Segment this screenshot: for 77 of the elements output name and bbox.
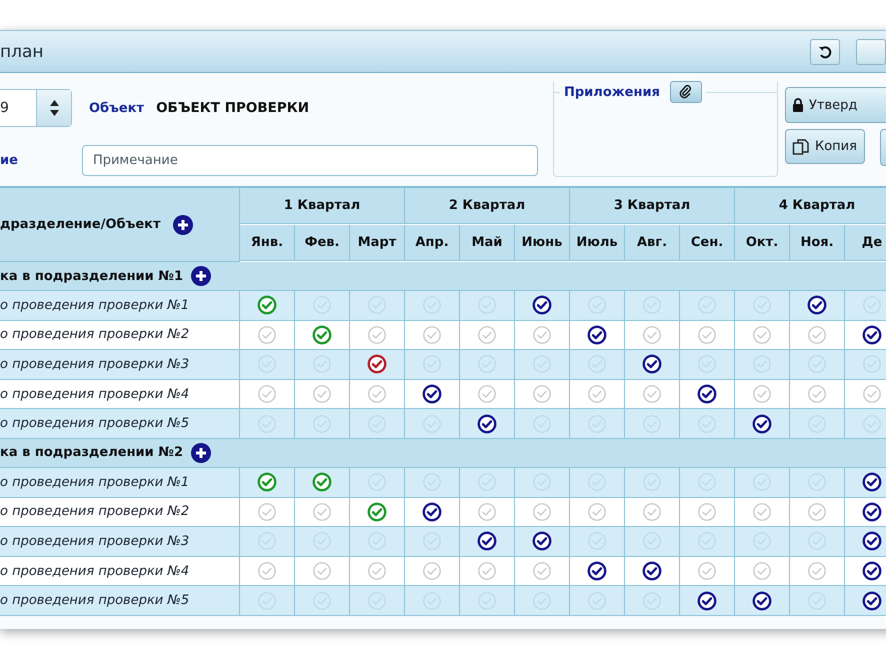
row-name: о проведения проверки №2 — [0, 498, 240, 528]
check-circle-icon[interactable] — [752, 414, 772, 434]
check-circle-icon[interactable] — [312, 324, 332, 345]
undo-icon — [818, 44, 832, 58]
check-circle-icon[interactable] — [642, 561, 662, 582]
note-label: ие — [0, 153, 18, 168]
object-label: Объект — [89, 100, 144, 116]
note-field[interactable]: Примечание — [82, 145, 538, 176]
check-circle-icon[interactable] — [642, 354, 662, 374]
check-circle-icon[interactable] — [367, 502, 387, 522]
quarter-header: 4 Квартал — [735, 188, 886, 224]
check-circle-icon[interactable] — [257, 295, 277, 316]
row-name: о проведения проверки №4 — [0, 556, 240, 586]
spin-up-icon[interactable] — [50, 100, 58, 106]
month-header: Апр. — [405, 225, 460, 261]
check-circle-icon[interactable] — [862, 561, 882, 582]
check-circle-icon[interactable] — [477, 531, 497, 552]
approve-button[interactable]: Утверд — [785, 87, 886, 123]
check-circle-icon[interactable] — [587, 324, 607, 345]
add-icon[interactable] — [190, 442, 211, 463]
paperclip-icon — [678, 85, 693, 99]
check-circle-icon[interactable] — [862, 502, 882, 522]
row-name: о проведения проверки №5 — [0, 586, 240, 616]
spin-down-icon[interactable] — [50, 110, 58, 116]
attachments-label: Приложения — [564, 84, 660, 100]
check-circle-icon[interactable] — [862, 531, 882, 552]
attach-button[interactable] — [670, 81, 702, 103]
row-name: о проведения проверки №2 — [0, 320, 240, 350]
check-circle-icon[interactable] — [257, 472, 277, 492]
quarter-header: 2 Квартал — [405, 188, 570, 224]
column-header: дразделение/Объект — [0, 217, 161, 232]
check-circle-icon[interactable] — [367, 354, 387, 374]
month-header: Де — [845, 225, 886, 261]
check-circle-icon[interactable] — [532, 295, 552, 316]
check-circle-icon[interactable] — [862, 590, 882, 611]
lock-icon — [792, 98, 804, 112]
group-title: ка в подразделении №2 — [0, 445, 183, 460]
reset-button[interactable] — [810, 38, 840, 64]
year-spinner[interactable]: 9 — [0, 89, 72, 127]
group-title: ка в подразделении №1 — [0, 268, 183, 284]
row-name: о проведения проверки №1 — [0, 291, 240, 321]
check-circle-icon[interactable] — [807, 295, 827, 316]
row-name: о проведения проверки №4 — [0, 380, 240, 410]
month-header: Окт. — [735, 225, 790, 261]
month-header: Июнь — [515, 225, 570, 261]
month-header: Март — [350, 225, 405, 261]
close-button[interactable] — [856, 38, 886, 64]
check-circle-icon[interactable] — [697, 384, 717, 404]
check-circle-icon[interactable] — [752, 590, 772, 611]
check-circle-icon[interactable] — [862, 472, 882, 492]
check-circle-icon[interactable] — [477, 414, 497, 434]
check-circle-icon[interactable] — [862, 324, 882, 345]
copy-button[interactable]: Копия — [785, 129, 865, 164]
add-icon[interactable] — [190, 266, 211, 286]
month-header: Янв. — [240, 225, 295, 261]
month-header: Авг. — [625, 225, 680, 261]
row-name: о проведения проверки №1 — [0, 468, 240, 498]
month-header: Сен. — [680, 225, 735, 261]
check-circle-icon[interactable] — [587, 561, 607, 582]
window-title: план — [0, 42, 45, 62]
add-icon[interactable] — [172, 214, 193, 234]
check-circle-icon[interactable] — [422, 384, 442, 404]
row-name: о проведения проверки №5 — [0, 409, 240, 439]
row-name: о проведения проверки №3 — [0, 350, 240, 380]
month-header: Фев. — [295, 225, 350, 261]
month-header: Ноя. — [790, 225, 845, 261]
check-circle-icon[interactable] — [422, 502, 442, 522]
object-value: ОБЪЕКТ ПРОВЕРКИ — [156, 100, 310, 116]
month-header: Май — [460, 225, 515, 261]
quarter-header: 1 Квартал — [240, 188, 405, 224]
check-circle-icon[interactable] — [697, 590, 717, 611]
quarter-header: 3 Квартал — [570, 188, 735, 224]
row-name: о проведения проверки №3 — [0, 527, 240, 557]
check-circle-icon[interactable] — [312, 472, 332, 492]
month-header: Июль — [570, 225, 625, 261]
check-circle-icon[interactable] — [532, 531, 552, 552]
copy-icon — [792, 138, 810, 156]
